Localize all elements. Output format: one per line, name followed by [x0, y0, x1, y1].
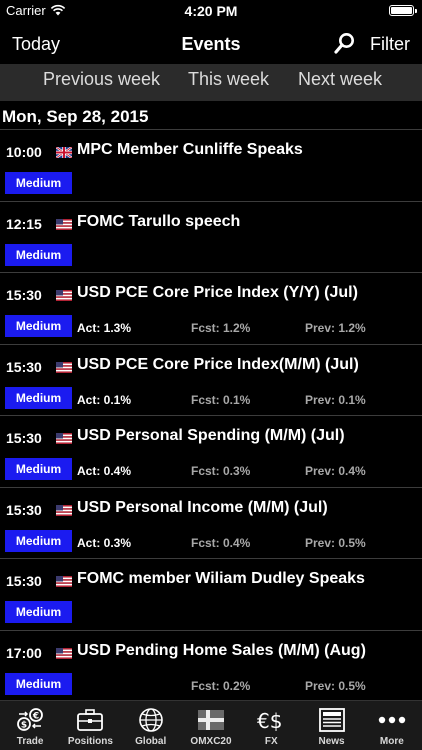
event-name: USD Personal Income (M/M) (Jul)	[77, 498, 328, 516]
tab-trade[interactable]: $ € Trade	[0, 701, 60, 750]
event-name: USD Pending Home Sales (M/M) (Aug)	[77, 641, 366, 659]
status-bar: Carrier 4:20 PM	[0, 0, 422, 22]
event-time: 17:00	[6, 644, 42, 661]
tab-label: Global	[135, 736, 167, 747]
event-name: USD Personal Spending (M/M) (Jul)	[77, 427, 345, 444]
forecast-value: Fcst: 0.3%	[191, 464, 251, 478]
tab-positions[interactable]: Positions	[60, 701, 120, 750]
forecast-value: Fcst: 1.2%	[191, 321, 251, 335]
nav-bar: Today Events Filter	[0, 22, 422, 64]
tab-global[interactable]: Global	[121, 701, 181, 750]
tab-bar: $ € Trade Positions Global OMXC20 €$ FX News More	[0, 700, 422, 750]
danish-flag-icon	[197, 707, 225, 733]
forecast-value: Fcst: 0.4%	[191, 535, 251, 550]
search-icon[interactable]	[334, 32, 356, 54]
event-time: 15:30	[6, 358, 42, 375]
tab-label: OMXC20	[190, 736, 232, 747]
this-week-tab[interactable]: This week	[188, 69, 269, 90]
tab-news[interactable]: News	[301, 701, 361, 750]
svg-text:€: €	[32, 712, 39, 722]
trade-icon: $ €	[16, 707, 44, 733]
forecast-value: Fcst: 0.1%	[191, 392, 251, 407]
uk-flag-icon	[55, 145, 73, 159]
briefcase-icon	[76, 707, 104, 733]
us-flag-icon	[56, 503, 72, 516]
event-time: 12:15	[6, 215, 42, 232]
event-row[interactable]: 15:30 USD Personal Income (M/M) (Jul) Medi…	[0, 486, 422, 559]
event-name: MPC Member Cunliffe Speaks	[77, 141, 303, 158]
event-row[interactable]: 10:00 MPC Member Cunliffe Speaks Medium	[0, 129, 422, 201]
event-time: 10:00	[6, 144, 42, 160]
event-time: 15:30	[6, 501, 42, 518]
globe-icon	[137, 707, 165, 733]
event-row[interactable]: 15:30 USD PCE Core Price Index (Y/Y) (Jul…	[0, 272, 422, 344]
today-button[interactable]: Today	[12, 34, 60, 55]
actual-value: Act: 0.3%	[77, 535, 132, 550]
event-time: 15:30	[6, 287, 42, 303]
event-name: USD PCE Core Price Index (Y/Y) (Jul)	[77, 284, 358, 301]
svg-text:$: $	[21, 721, 27, 731]
more-dots-icon	[378, 707, 406, 733]
event-time: 15:30	[6, 430, 42, 446]
actual-value: Act: 1.3%	[77, 321, 132, 335]
actual-value: Act: 0.1%	[77, 392, 132, 407]
day-header: Mon, Sep 28, 2015	[2, 107, 149, 126]
previous-value: Prev: 0.5%	[305, 678, 366, 693]
impact-badge: Medium	[5, 672, 72, 695]
previous-week-tab[interactable]: Previous week	[43, 69, 160, 90]
event-name: FOMC Tarullo speech	[77, 212, 241, 230]
previous-value: Prev: 0.4%	[305, 464, 366, 478]
event-row[interactable]: 17:00 USD Pending Home Sales (M/M) (Aug) M…	[0, 629, 422, 702]
next-week-tab[interactable]: Next week	[298, 69, 382, 90]
previous-value: Prev: 0.1%	[305, 392, 366, 407]
us-flag-icon	[56, 288, 72, 301]
event-row[interactable]: 12:15 FOMC Tarullo speech Medium	[0, 200, 422, 273]
event-row[interactable]: 15:30 USD PCE Core Price Index(M/M) (Jul)…	[0, 343, 422, 416]
event-row[interactable]: 15:30 USD Personal Spending (M/M) (Jul) Me…	[0, 415, 422, 487]
impact-badge: Medium	[5, 315, 72, 337]
tab-fx[interactable]: €$ FX	[241, 701, 301, 750]
impact-badge: Medium	[5, 601, 72, 623]
event-name: USD PCE Core Price Index(M/M) (Jul)	[77, 355, 359, 373]
impact-badge: Medium	[5, 172, 72, 194]
tab-omxc20[interactable]: OMXC20	[181, 701, 241, 750]
forecast-value: Fcst: 0.2%	[191, 678, 251, 693]
us-flag-icon	[56, 360, 72, 373]
filter-button[interactable]: Filter	[370, 34, 410, 55]
impact-badge: Medium	[5, 529, 72, 552]
us-flag-icon	[56, 217, 72, 230]
event-row[interactable]: 15:30 FOMC member Wiliam Dudley Speaks Med…	[0, 558, 422, 630]
tab-label: FX	[264, 736, 278, 747]
tab-label: More	[379, 736, 404, 747]
us-flag-icon	[56, 574, 72, 587]
impact-badge: Medium	[5, 386, 72, 409]
tab-label: Positions	[67, 736, 113, 747]
tab-label: Trade	[16, 736, 44, 747]
event-name: FOMC member Wiliam Dudley Speaks	[77, 570, 365, 587]
us-flag-icon	[56, 646, 72, 659]
actual-value: Act: 0.4%	[77, 464, 132, 478]
tab-more[interactable]: More	[362, 701, 422, 750]
week-selector: Previous week This week Next week	[0, 64, 422, 101]
svg-text:€$: €$	[257, 709, 282, 733]
impact-badge: Medium	[5, 458, 72, 480]
previous-value: Prev: 1.2%	[305, 321, 366, 335]
event-list: 10:00 MPC Member Cunliffe Speaks Medium 12:…	[0, 129, 422, 701]
impact-badge: Medium	[5, 243, 72, 266]
newspaper-icon	[318, 707, 346, 733]
status-time: 4:20 PM	[184, 3, 238, 19]
previous-value: Prev: 0.5%	[305, 535, 366, 550]
page-title: Events	[181, 34, 241, 54]
event-time: 15:30	[6, 573, 42, 589]
battery-icon	[389, 5, 417, 16]
currency-icon: €$	[257, 707, 285, 733]
us-flag-icon	[56, 431, 72, 444]
tab-label: News	[318, 736, 345, 747]
